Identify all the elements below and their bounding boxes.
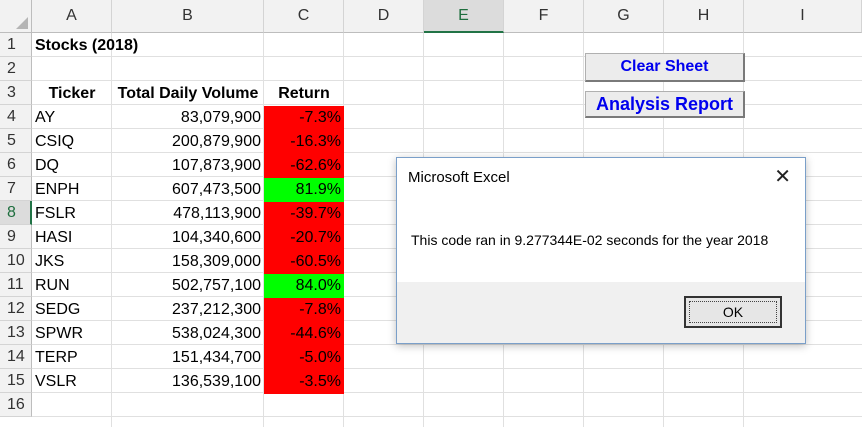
row-header-12[interactable]: 12 <box>0 297 32 321</box>
column-header-e[interactable]: E <box>424 0 504 33</box>
row-header-10[interactable]: 10 <box>0 249 32 273</box>
volume-cell[interactable]: 200,879,900 <box>112 130 264 154</box>
row-header-2[interactable]: 2 <box>0 57 32 81</box>
close-icon[interactable]: ✕ <box>774 166 791 188</box>
row-header-16[interactable]: 16 <box>0 393 32 417</box>
volume-cell[interactable]: 136,539,100 <box>112 370 264 394</box>
dialog-message: This code ran in 9.277344E-02 seconds fo… <box>411 232 769 248</box>
return-cell[interactable]: -62.6% <box>264 154 344 178</box>
ok-button[interactable]: OK <box>684 296 782 328</box>
volume-cell[interactable]: 502,757,100 <box>112 274 264 298</box>
column-header-b[interactable]: B <box>112 0 264 33</box>
return-cell[interactable]: -7.8% <box>264 298 344 322</box>
clear-sheet-button[interactable]: Clear Sheet <box>585 53 745 82</box>
row-header-13[interactable]: 13 <box>0 321 32 345</box>
dialog-title: Microsoft Excel <box>408 169 510 186</box>
header-volume[interactable]: Total Daily Volume <box>112 82 264 106</box>
column-header-c[interactable]: C <box>264 0 344 33</box>
volume-cell[interactable]: 158,309,000 <box>112 250 264 274</box>
ticker-cell[interactable]: JKS <box>32 250 112 274</box>
return-cell[interactable]: -44.6% <box>264 322 344 346</box>
ticker-cell[interactable]: SPWR <box>32 322 112 346</box>
row-header-5[interactable]: 5 <box>0 129 32 153</box>
select-all-corner[interactable] <box>0 0 32 33</box>
volume-cell[interactable]: 83,079,900 <box>112 106 264 130</box>
volume-cell[interactable]: 607,473,500 <box>112 178 264 202</box>
ticker-cell[interactable]: CSIQ <box>32 130 112 154</box>
ticker-cell[interactable]: DQ <box>32 154 112 178</box>
column-header-a[interactable]: A <box>32 0 112 33</box>
ticker-cell[interactable]: HASI <box>32 226 112 250</box>
volume-cell[interactable]: 478,113,900 <box>112 202 264 226</box>
ticker-cell[interactable]: ENPH <box>32 178 112 202</box>
return-cell[interactable]: -20.7% <box>264 226 344 250</box>
row-header-6[interactable]: 6 <box>0 153 32 177</box>
row-header-1[interactable]: 1 <box>0 33 32 57</box>
row-header-9[interactable]: 9 <box>0 225 32 249</box>
column-header-h[interactable]: H <box>664 0 744 33</box>
header-return[interactable]: Return <box>264 82 344 106</box>
analysis-report-button[interactable]: Analysis Report <box>585 91 745 118</box>
gridline <box>32 416 862 417</box>
row-header-8[interactable]: 8 <box>0 201 32 225</box>
volume-cell[interactable]: 237,212,300 <box>112 298 264 322</box>
row-header-4[interactable]: 4 <box>0 105 32 129</box>
return-cell[interactable]: 81.9% <box>264 178 344 202</box>
ticker-cell[interactable]: VSLR <box>32 370 112 394</box>
row-header-3[interactable]: 3 <box>0 81 32 105</box>
header-ticker[interactable]: Ticker <box>32 82 112 106</box>
return-cell[interactable]: -7.3% <box>264 106 344 130</box>
ticker-cell[interactable]: TERP <box>32 346 112 370</box>
message-dialog: Microsoft Excel ✕ This code ran in 9.277… <box>396 157 806 344</box>
volume-cell[interactable]: 104,340,600 <box>112 226 264 250</box>
row-header-14[interactable]: 14 <box>0 345 32 369</box>
return-cell[interactable]: -60.5% <box>264 250 344 274</box>
volume-cell[interactable]: 538,024,300 <box>112 322 264 346</box>
ticker-cell[interactable]: AY <box>32 106 112 130</box>
column-header-d[interactable]: D <box>344 0 424 33</box>
return-cell[interactable]: -39.7% <box>264 202 344 226</box>
return-cell[interactable]: 84.0% <box>264 274 344 298</box>
row-header-15[interactable]: 15 <box>0 369 32 393</box>
column-header-i[interactable]: I <box>744 0 862 33</box>
volume-cell[interactable]: 151,434,700 <box>112 346 264 370</box>
title-cell[interactable]: Stocks (2018) <box>32 34 262 58</box>
return-cell[interactable]: -3.5% <box>264 370 344 394</box>
column-header-g[interactable]: G <box>584 0 664 33</box>
column-header-f[interactable]: F <box>504 0 584 33</box>
return-cell[interactable]: -16.3% <box>264 130 344 154</box>
row-header-11[interactable]: 11 <box>0 273 32 297</box>
volume-cell[interactable]: 107,873,900 <box>112 154 264 178</box>
return-cell[interactable]: -5.0% <box>264 346 344 370</box>
ticker-cell[interactable]: SEDG <box>32 298 112 322</box>
ticker-cell[interactable]: RUN <box>32 274 112 298</box>
row-header-7[interactable]: 7 <box>0 177 32 201</box>
ticker-cell[interactable]: FSLR <box>32 202 112 226</box>
